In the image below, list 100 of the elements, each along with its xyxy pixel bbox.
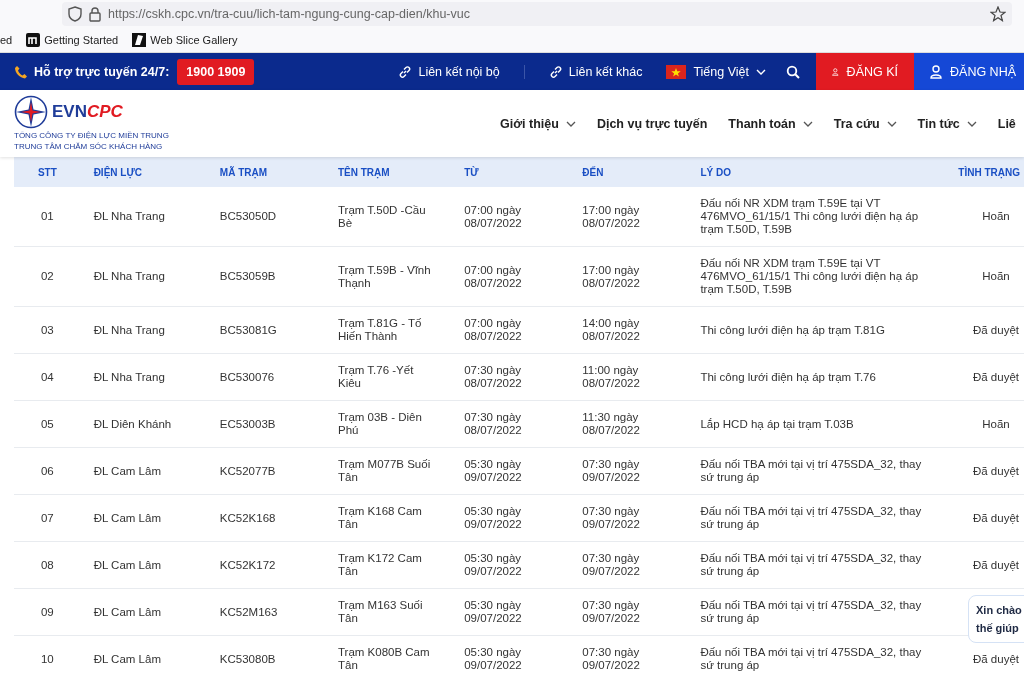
status-cell: Đã duyệt xyxy=(954,447,1024,495)
end-time-cell: 07:30 ngày 09/07/2022 xyxy=(569,635,688,678)
chat-text: thế giúp xyxy=(976,622,1020,634)
row-number: 10 xyxy=(14,635,81,678)
shield-icon xyxy=(68,6,82,22)
code-cell: KC53080B xyxy=(206,635,325,678)
reason-cell: Thi công lưới điện hạ áp trạm T.81G xyxy=(687,306,954,354)
status-cell: Hoãn xyxy=(954,246,1024,307)
end-time-cell: 07:30 ngày 09/07/2022 xyxy=(569,541,688,589)
start-time-cell: 07:30 ngày 08/07/2022 xyxy=(451,353,570,401)
row-number: 02 xyxy=(14,246,81,307)
nav-item[interactable]: Thanh toán xyxy=(728,116,813,131)
reason-cell: Lắp HCD hạ áp tại trạm T.03B xyxy=(687,400,954,448)
unit-cell: ĐL Cam Lâm xyxy=(80,541,207,589)
hotline-badge[interactable]: 1900 1909 xyxy=(177,58,255,85)
star-icon[interactable] xyxy=(990,6,1006,22)
reason-cell: Đấu nối TBA mới tại vị trí 475SDA_32, thay sứ trung áp xyxy=(687,447,954,495)
start-time-cell: 07:00 ngày 08/07/2022 xyxy=(451,187,570,247)
chat-bubble[interactable]: Xin chào thế giúp xyxy=(968,595,1024,643)
station-cell: Trạm 03B - Diên Phú xyxy=(324,400,452,448)
column-header: TÊN TRẠM xyxy=(324,157,452,187)
nav-item[interactable]: Dịch vụ trực tuyến xyxy=(596,116,708,131)
station-cell: Trạm T.50D -Cầu Bè xyxy=(324,187,452,247)
code-cell: KC52M163 xyxy=(206,588,325,636)
column-header: MÃ TRẠM xyxy=(206,157,325,187)
column-header: TỪ xyxy=(451,157,570,187)
slice-icon xyxy=(132,33,147,47)
reason-cell: Đấu nối NR XDM trạm T.59E tại VT 476MVO_61/15/1 Thi công lưới điện hạ áp trạm T.50D, T.59B xyxy=(687,246,954,307)
unit-cell: ĐL Nha Trang xyxy=(80,246,207,307)
reason-cell: Đấu nối TBA mới tại vị trí 475SDA_32, thay sứ trung áp xyxy=(687,635,954,678)
end-time-cell: 17:00 ngày 08/07/2022 xyxy=(569,246,688,307)
chevron-down-icon xyxy=(756,68,766,75)
end-time-cell: 07:30 ngày 09/07/2022 xyxy=(569,588,688,636)
logo-icon xyxy=(26,33,41,47)
code-cell: KC52077B xyxy=(206,447,325,495)
top-link[interactable]: Liên kết khác xyxy=(548,64,643,79)
start-time-cell: 05:30 ngày 09/07/2022 xyxy=(451,635,570,678)
end-time-cell: 11:00 ngày 08/07/2022 xyxy=(569,353,688,401)
status-cell: Đã duyệt xyxy=(954,494,1024,542)
end-time-cell: 11:30 ngày 08/07/2022 xyxy=(569,400,688,448)
column-header: ĐẾN xyxy=(569,157,688,187)
code-cell: BC530076 xyxy=(206,353,325,401)
end-time-cell: 07:30 ngày 09/07/2022 xyxy=(569,494,688,542)
reason-cell: Đấu nối TBA mới tại vị trí 475SDA_32, thay sứ trung áp xyxy=(687,541,954,589)
nav-item[interactable]: Tin tức xyxy=(917,116,977,131)
start-time-cell: 05:30 ngày 09/07/2022 xyxy=(451,447,570,495)
code-cell: KC52K172 xyxy=(206,541,325,589)
bookmark[interactable]: ed xyxy=(0,34,13,46)
unit-cell: ĐL Cam Lâm xyxy=(80,447,207,495)
end-time-cell: 07:30 ngày 09/07/2022 xyxy=(569,447,688,495)
start-time-cell: 07:30 ngày 08/07/2022 xyxy=(451,400,570,448)
unit-cell: ĐL Nha Trang xyxy=(80,306,207,354)
search-icon[interactable] xyxy=(786,64,800,79)
support-label: Hỗ trợ trực tuyến 24/7: xyxy=(34,64,170,79)
login-button[interactable]: ĐĂNG NHẬ xyxy=(914,53,1024,90)
reason-cell: Đấu nối TBA mới tại vị trí 475SDA_32, thay sứ trung áp xyxy=(687,588,954,636)
row-number: 03 xyxy=(14,306,81,354)
unit-cell: ĐL Cam Lâm xyxy=(80,635,207,678)
status-cell: Đã duyệt xyxy=(954,541,1024,589)
bookmark[interactable]: Getting Started xyxy=(26,33,119,47)
bookmark[interactable]: Web Slice Gallery xyxy=(132,33,238,47)
end-time-cell: 14:00 ngày 08/07/2022 xyxy=(569,306,688,354)
status-cell: Đã duyệt xyxy=(954,353,1024,401)
row-number: 08 xyxy=(14,541,81,589)
station-cell: Trạm K168 Cam Tân xyxy=(324,494,452,542)
url-text: https://cskh.cpc.vn/tra-cuu/lich-tam-ngung-cung-cap-dien/khu-vuc xyxy=(108,7,470,21)
start-time-cell: 05:30 ngày 09/07/2022 xyxy=(451,541,570,589)
column-header: ĐIỆN LỰC xyxy=(80,157,207,187)
row-number: 01 xyxy=(14,187,81,247)
address-bar[interactable]: https://cskh.cpc.vn/tra-cuu/lich-tam-ngung-cung-cap-dien/khu-vuc xyxy=(62,2,1012,26)
start-time-cell: 05:30 ngày 09/07/2022 xyxy=(451,494,570,542)
row-number: 05 xyxy=(14,400,81,448)
lock-icon xyxy=(88,6,102,22)
column-header: LÝ DO xyxy=(687,157,954,187)
status-cell: Hoãn xyxy=(954,187,1024,247)
unit-cell: ĐL Cam Lâm xyxy=(80,588,207,636)
unit-cell: ĐL Cam Lâm xyxy=(80,494,207,542)
unit-cell: ĐL Nha Trang xyxy=(80,353,207,401)
row-number: 06 xyxy=(14,447,81,495)
start-time-cell: 07:00 ngày 08/07/2022 xyxy=(451,306,570,354)
station-cell: Trạm T.76 -Yết Kiêu xyxy=(324,353,452,401)
start-time-cell: 07:00 ngày 08/07/2022 xyxy=(451,246,570,307)
station-cell: Trạm M163 Suối Tân xyxy=(324,588,452,636)
start-time-cell: 05:30 ngày 09/07/2022 xyxy=(451,588,570,636)
code-cell: EC53003B xyxy=(206,400,325,448)
register-button[interactable]: ĐĂNG KÍ xyxy=(816,53,914,90)
nav-item[interactable]: Tra cứu xyxy=(833,116,897,131)
station-cell: Trạm M077B Suối Tân xyxy=(324,447,452,495)
company-name: TỔNG CÔNG TY ĐIỆN LỰC MIỀN TRUNG xyxy=(14,130,170,141)
center-name: TRUNG TÂM CHĂM SÓC KHÁCH HÀNG xyxy=(14,141,164,152)
code-cell: KC52K168 xyxy=(206,494,325,542)
language-selector[interactable]: Tiếng Việt xyxy=(666,64,766,79)
link-icon xyxy=(548,64,563,79)
nav-item[interactable]: Liê xyxy=(997,116,1016,131)
row-number: 07 xyxy=(14,494,81,542)
nav-item[interactable]: Giới thiệu xyxy=(500,116,576,131)
reason-cell: Đấu nối TBA mới tại vị trí 475SDA_32, thay sứ trung áp xyxy=(687,494,954,542)
top-link[interactable]: Liên kết nội bộ xyxy=(398,64,500,79)
reason-cell: Thi công lưới điện hạ áp trạm T.76 xyxy=(687,353,954,401)
station-cell: Trạm T.81G - Tố Hiến Thành xyxy=(324,306,452,354)
